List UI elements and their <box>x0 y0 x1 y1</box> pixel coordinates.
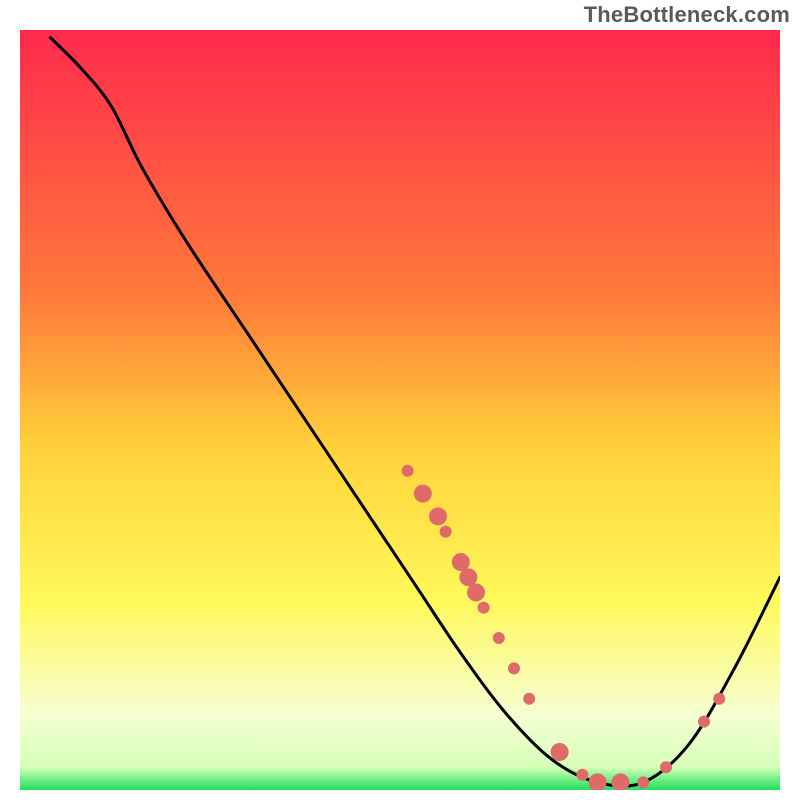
watermark-text: TheBottleneck.com <box>584 2 790 28</box>
data-marker <box>660 761 672 773</box>
data-marker <box>440 526 452 538</box>
chart-container: TheBottleneck.com <box>0 0 800 800</box>
data-marker <box>698 716 710 728</box>
data-marker <box>637 776 649 788</box>
gradient-background <box>20 30 780 790</box>
data-marker <box>429 507 447 525</box>
data-marker <box>467 583 485 601</box>
data-marker <box>576 769 588 781</box>
data-marker <box>402 465 414 477</box>
chart-svg <box>20 30 780 790</box>
data-marker <box>414 485 432 503</box>
data-marker <box>508 662 520 674</box>
data-marker <box>493 632 505 644</box>
data-marker <box>523 693 535 705</box>
data-marker <box>713 693 725 705</box>
data-marker <box>551 743 569 761</box>
data-marker <box>478 602 490 614</box>
plot-area <box>20 30 780 790</box>
